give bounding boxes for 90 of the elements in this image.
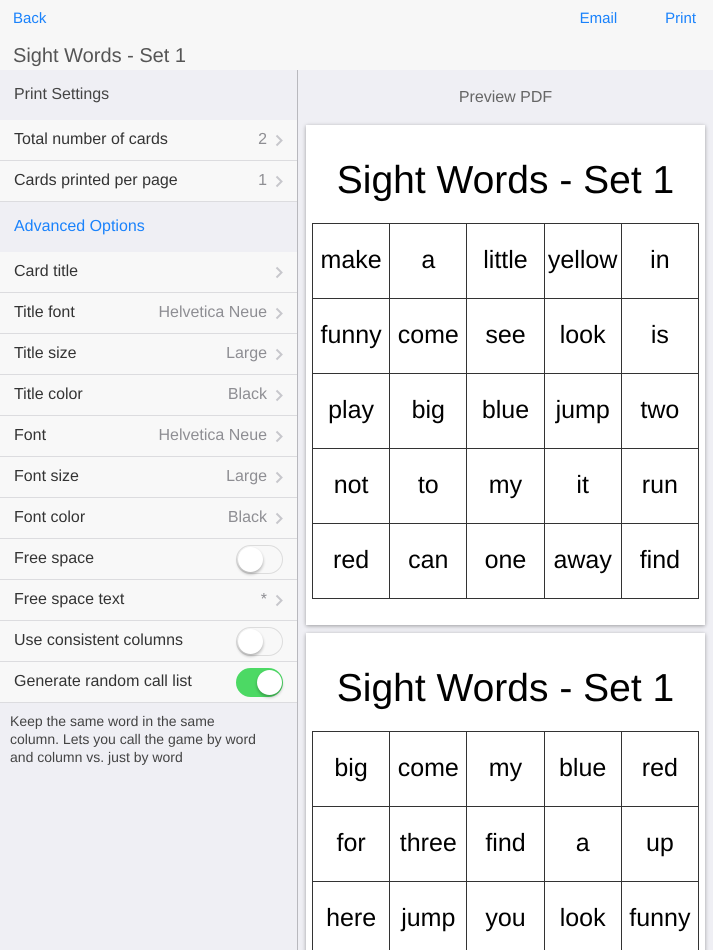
bingo-square: red — [312, 524, 390, 598]
row-value: Helvetica Neue — [158, 426, 267, 446]
bingo-square: it — [544, 448, 622, 524]
preview-title: Preview PDF — [458, 88, 554, 108]
chevron-icon — [275, 594, 283, 606]
chevron-icon — [275, 470, 283, 484]
bingo-square: little — [466, 224, 544, 298]
bingo-square: can — [390, 524, 467, 598]
toggle-switch[interactable] — [236, 626, 283, 656]
card-title: Sight Words - Set 1 — [336, 158, 676, 204]
settings-row[interactable]: Card title — [0, 252, 297, 293]
bingo-square: come — [390, 298, 467, 374]
row-label: Font — [14, 426, 48, 446]
bingo-square: see — [466, 298, 544, 374]
toggle-switch[interactable] — [236, 668, 283, 696]
settings-row[interactable]: Total number of cards 2 — [0, 120, 297, 161]
help-text: Keep the same word in the same column. Lets you call the game by word and column vs. just by word — [9, 712, 257, 768]
row-value: 1 — [258, 171, 267, 191]
bingo-square: look — [544, 298, 622, 374]
row-label: Font size — [14, 467, 80, 487]
bingo-square: a — [544, 806, 622, 882]
row-label: Title font — [14, 303, 76, 323]
row-value: Large — [226, 344, 267, 364]
row-label: Free space — [14, 549, 96, 569]
bingo-square: up — [621, 806, 698, 882]
bingo-square: not — [312, 448, 390, 524]
chevron-icon — [275, 348, 283, 360]
bingo-square: to — [390, 448, 467, 524]
bingo-square: red — [621, 732, 698, 806]
chevron-icon — [275, 266, 283, 278]
bingo-square: big — [390, 374, 467, 448]
bingo-square: here — [312, 882, 390, 950]
settings-row[interactable]: Font Helvetica Neue — [0, 416, 297, 457]
bingo-square: big — [312, 732, 390, 806]
row-label: Font color — [14, 508, 86, 528]
bingo-square: for — [312, 806, 390, 882]
row-value: Black — [228, 385, 267, 405]
bingo-square: three — [390, 806, 467, 882]
row-label: Cards printed per page — [14, 171, 179, 191]
bingo-square: funny — [312, 298, 390, 374]
settings-row[interactable]: Generate random call list — [0, 662, 297, 703]
card-title: Sight Words - Set 1 — [336, 666, 676, 712]
settings-row[interactable]: Font color Black — [0, 498, 297, 539]
settings-row[interactable]: Free space text * — [0, 580, 297, 621]
bingo-square: jump — [544, 374, 622, 448]
bingo-square: find — [621, 524, 698, 598]
settings-row[interactable]: Cards printed per page 1 — [0, 161, 297, 202]
row-label: Generate random call list — [14, 672, 193, 692]
bingo-square: my — [466, 448, 544, 524]
bingo-square: my — [466, 732, 544, 806]
bingo-square: play — [312, 374, 390, 448]
bingo-square: blue — [466, 374, 544, 448]
chevron-icon — [275, 174, 283, 188]
settings-row[interactable]: Font size Large — [0, 457, 297, 498]
row-value: 2 — [258, 130, 267, 150]
row-value: Large — [226, 467, 267, 487]
bingo-square: yellow — [544, 224, 622, 298]
section-header: Print Settings — [13, 85, 110, 105]
row-label: Use consistent columns — [14, 631, 184, 651]
row-label: Free space text — [14, 590, 126, 610]
bingo-square: one — [466, 524, 544, 598]
chevron-icon — [275, 430, 283, 442]
bingo-square: away — [544, 524, 622, 598]
settings-row[interactable]: Title size Large — [0, 334, 297, 375]
bingo-square: make — [312, 224, 390, 298]
bingo-square: in — [621, 224, 698, 298]
row-value: Black — [228, 508, 267, 528]
chevron-icon — [275, 388, 283, 402]
chevron-icon — [275, 134, 283, 146]
screen-title: Sight Words - Set 1 — [13, 44, 188, 68]
chevron-icon — [275, 512, 283, 524]
settings-row[interactable]: Title font Helvetica Neue — [0, 293, 297, 334]
bingo-square: a — [390, 224, 467, 298]
chevron-icon — [275, 306, 283, 320]
row-value: Helvetica Neue — [158, 303, 267, 323]
row-value: * — [260, 590, 267, 610]
bingo-square: is — [621, 298, 698, 374]
row-label: Title size — [14, 344, 78, 364]
row-label: Title color — [14, 385, 84, 405]
bingo-square: come — [390, 732, 467, 806]
settings-row[interactable]: Title color Black — [0, 375, 297, 416]
bingo-square: blue — [544, 732, 622, 806]
bingo-square: find — [466, 806, 544, 882]
settings-row[interactable]: Use consistent columns — [0, 621, 297, 662]
row-label: Card title — [14, 262, 80, 282]
bingo-square: run — [621, 448, 698, 524]
row-label: Total number of cards — [14, 130, 169, 150]
bingo-square: two — [621, 374, 698, 448]
toggle-switch[interactable] — [236, 544, 283, 574]
settings-row[interactable]: Free space — [0, 539, 297, 580]
